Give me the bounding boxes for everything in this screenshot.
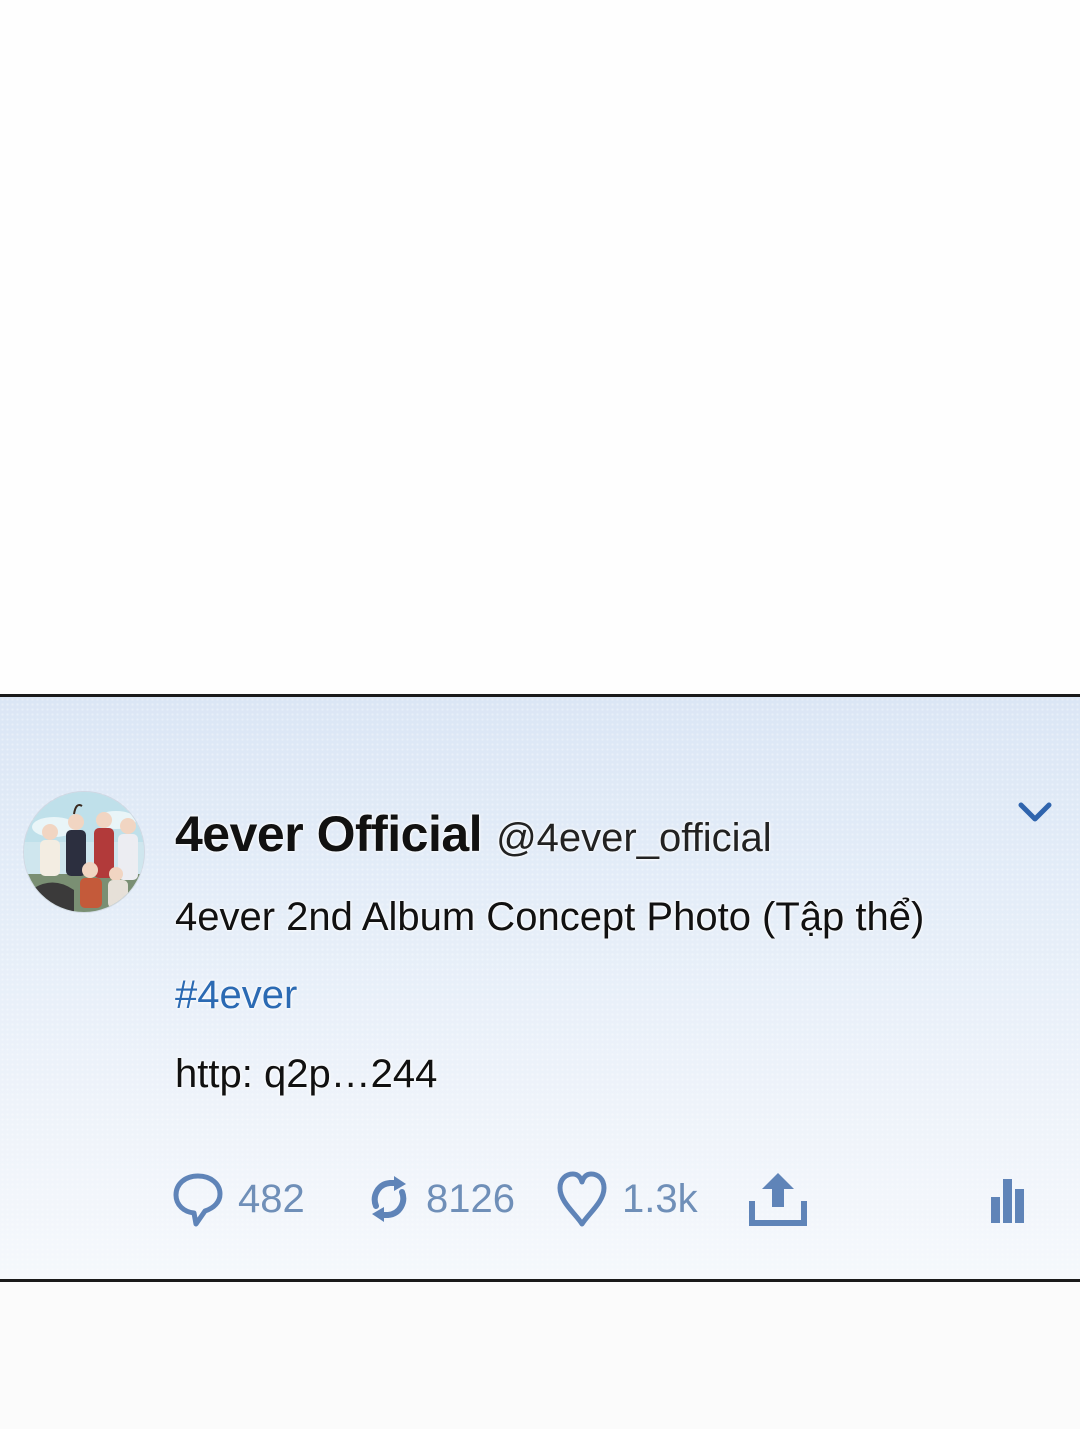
heart-icon xyxy=(557,1171,607,1227)
tweet-text: 4ever 2nd Album Concept Photo (Tập thể) xyxy=(175,895,925,939)
user-handle[interactable]: @4ever_official xyxy=(496,816,772,860)
blank-top-area xyxy=(0,0,1080,694)
reply-bubble-icon xyxy=(173,1173,223,1227)
like-button[interactable]: 1.3k xyxy=(556,1167,698,1231)
reply-count: 482 xyxy=(238,1176,305,1221)
retweet-button[interactable]: 8126 xyxy=(366,1167,515,1231)
profile-avatar[interactable] xyxy=(24,792,144,912)
page: 4ever Official @4ever_official 4ever 2nd … xyxy=(0,0,1080,1429)
bar-chart-icon xyxy=(991,1179,1024,1223)
tweet-header: 4ever Official @4ever_official xyxy=(175,805,772,863)
display-name[interactable]: 4ever Official xyxy=(175,806,483,862)
hashtag-link[interactable]: #4ever xyxy=(175,973,297,1018)
like-count: 1.3k xyxy=(622,1176,698,1221)
tweet-link[interactable]: http: q2p…244 xyxy=(175,1052,437,1097)
reply-button[interactable]: 482 xyxy=(172,1167,305,1231)
share-button[interactable] xyxy=(748,1167,808,1231)
blank-bottom-area xyxy=(0,1282,1080,1429)
retweet-count: 8126 xyxy=(426,1176,515,1221)
stats-button[interactable] xyxy=(988,1167,1028,1231)
chevron-down-icon[interactable] xyxy=(1015,797,1055,827)
tweet-actions: 482 8126 1.3k xyxy=(0,1167,1080,1237)
tweet-card[interactable]: 4ever Official @4ever_official 4ever 2nd … xyxy=(0,694,1080,1282)
share-upload-icon xyxy=(749,1173,807,1226)
avatar-image xyxy=(24,792,144,912)
retweet-icon xyxy=(371,1176,407,1222)
